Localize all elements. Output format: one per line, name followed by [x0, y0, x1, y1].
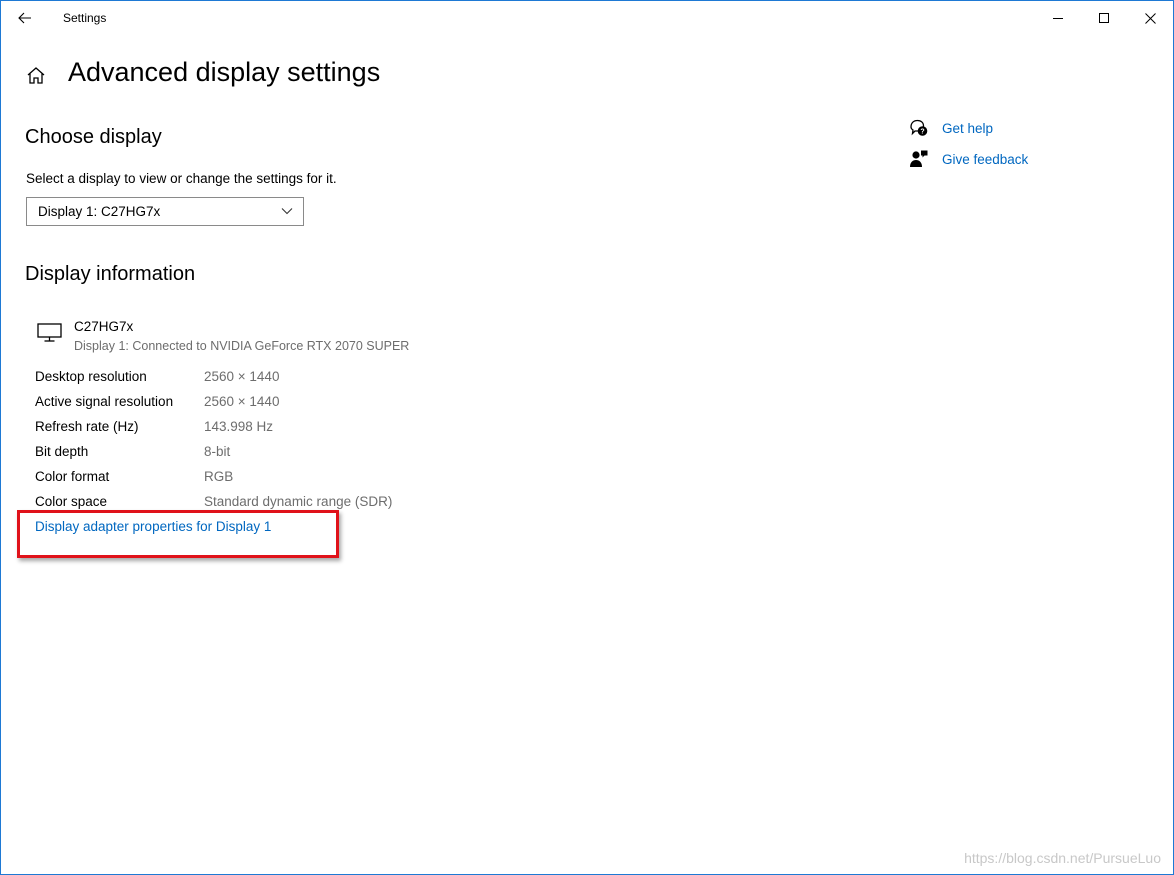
info-label: Desktop resolution [35, 369, 147, 384]
info-label: Refresh rate (Hz) [35, 419, 139, 434]
info-value: 8-bit [204, 444, 231, 459]
info-label: Active signal resolution [35, 394, 174, 409]
info-label: Color space [35, 494, 108, 509]
page-title: Advanced display settings [68, 57, 381, 87]
close-icon [1144, 12, 1156, 24]
watermark-text: https://blog.csdn.net/PursueLuo [964, 850, 1161, 866]
give-feedback-link[interactable]: Give feedback [909, 149, 1028, 169]
maximize-icon [1099, 13, 1109, 23]
svg-text:?: ? [920, 129, 924, 136]
feedback-person-icon [910, 150, 928, 167]
monitor-icon [37, 323, 62, 342]
choose-display-description: Select a display to view or change the s… [26, 171, 337, 186]
annotation-highlight-box [17, 510, 339, 558]
back-button[interactable] [11, 7, 39, 29]
info-value: 143.998 Hz [204, 419, 274, 434]
display-information-heading: Display information [25, 263, 196, 285]
info-value: Standard dynamic range (SDR) [204, 494, 393, 509]
info-label: Color format [35, 469, 110, 484]
give-feedback-label: Give feedback [942, 151, 1029, 167]
info-value: 2560 × 1440 [204, 369, 280, 384]
window-title: Settings [63, 11, 107, 25]
help-chat-icon: ? [910, 119, 928, 136]
title-bar: Settings [1, 1, 1173, 35]
minimize-icon [1053, 18, 1063, 19]
settings-window: Settings Advanced display settings Choos… [0, 0, 1174, 875]
monitor-connection: Display 1: Connected to NVIDIA GeForce R… [74, 339, 410, 353]
close-button[interactable] [1127, 1, 1173, 35]
chevron-down-icon [281, 208, 293, 215]
monitor-name: C27HG7x [74, 319, 134, 334]
maximize-button[interactable] [1081, 1, 1127, 35]
display-select-value: Display 1: C27HG7x [38, 204, 161, 219]
minimize-button[interactable] [1035, 1, 1081, 35]
home-button[interactable] [25, 65, 47, 87]
info-label: Bit depth [35, 444, 89, 459]
info-value: 2560 × 1440 [204, 394, 280, 409]
choose-display-heading: Choose display [25, 126, 162, 148]
display-select[interactable]: Display 1: C27HG7x [26, 197, 304, 226]
info-value: RGB [204, 469, 234, 484]
get-help-label: Get help [942, 120, 994, 136]
back-arrow-icon [18, 12, 31, 24]
get-help-link[interactable]: ? Get help [909, 118, 993, 138]
home-icon [27, 67, 45, 84]
